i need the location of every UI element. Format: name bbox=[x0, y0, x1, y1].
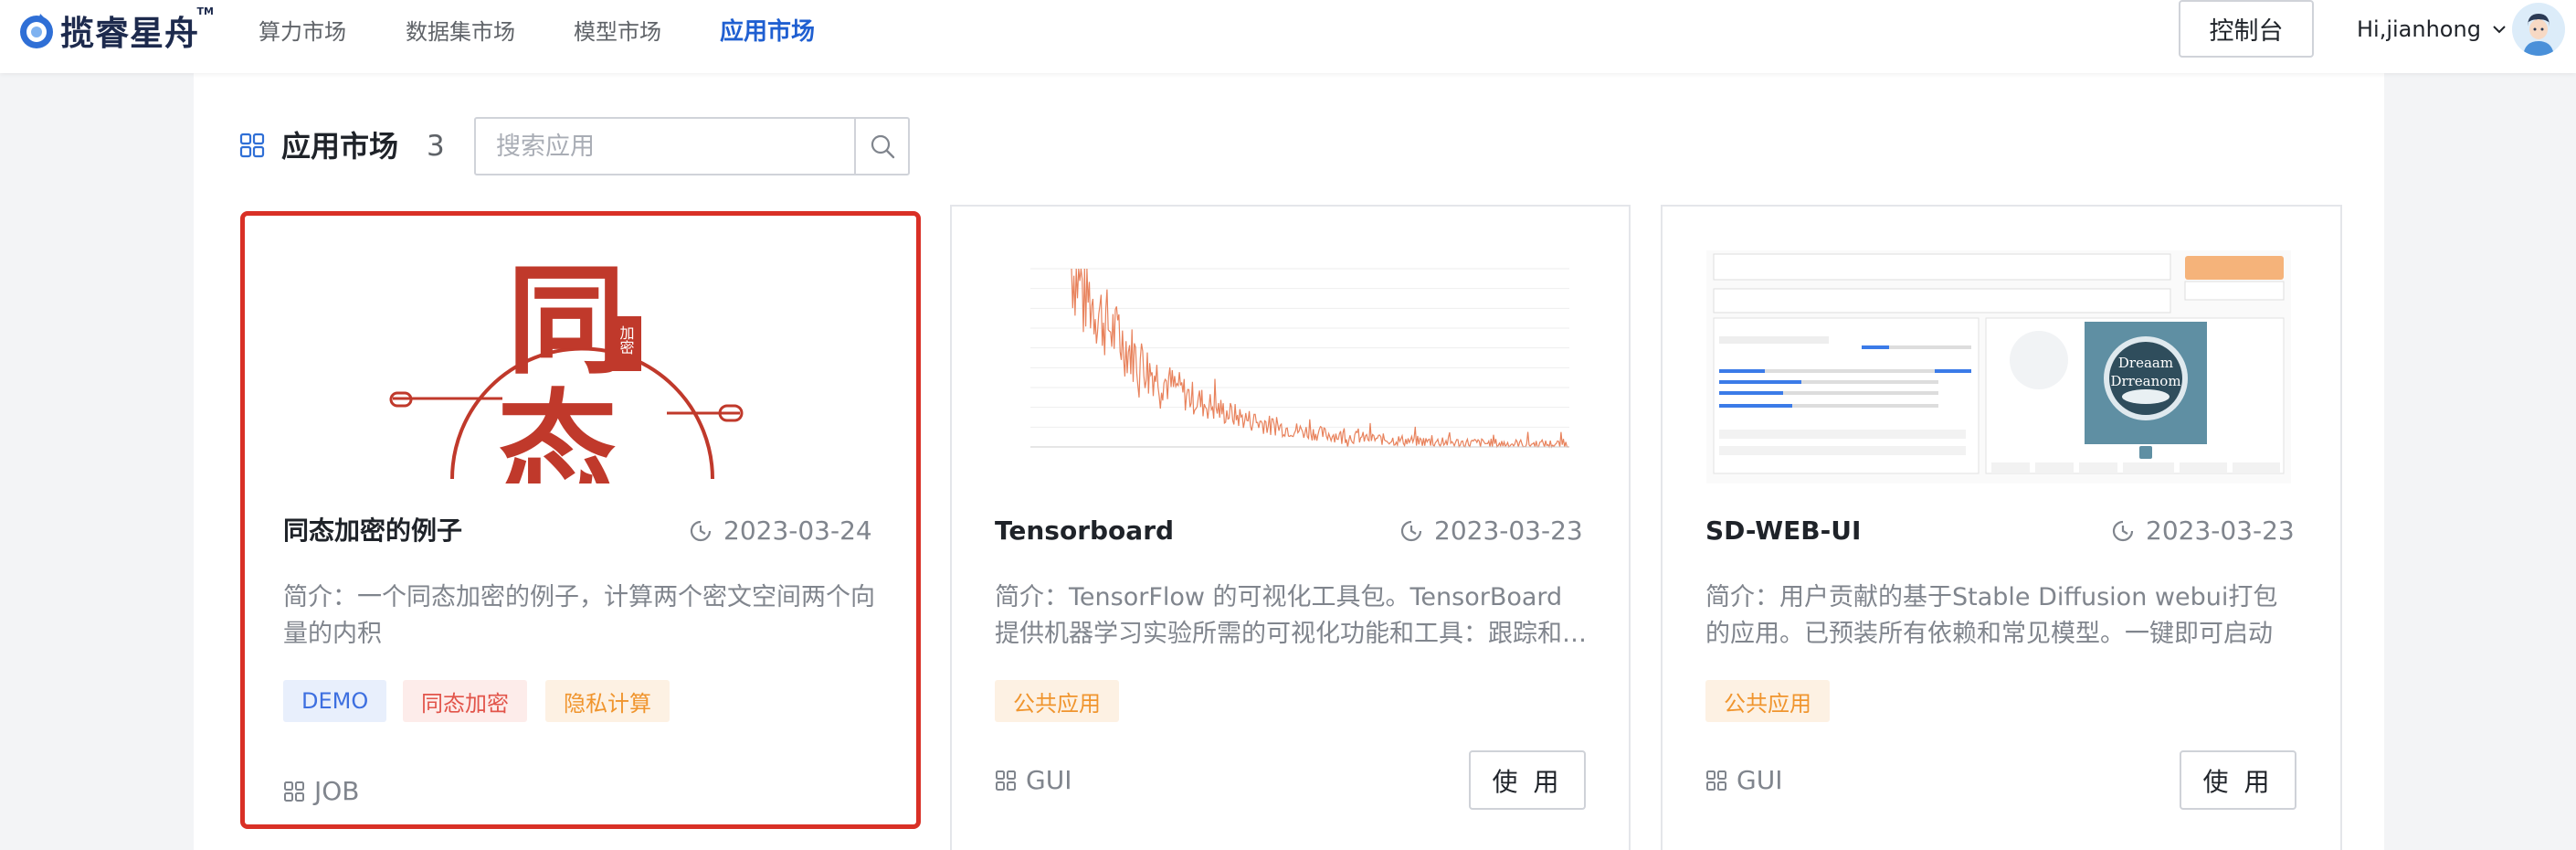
tag-homomorphic-encryption: 同态加密 bbox=[403, 680, 527, 722]
app-thumbnail: 同 态 加密 bbox=[283, 250, 868, 483]
brand-logo-icon bbox=[16, 10, 57, 50]
search-box bbox=[474, 117, 910, 175]
nav-app-market[interactable]: 应用市场 bbox=[720, 0, 815, 58]
chevron-down-icon bbox=[2493, 26, 2506, 34]
user-greeting: Hi,jianhong bbox=[2357, 16, 2481, 42]
clock-icon bbox=[1400, 520, 1422, 542]
search-button[interactable] bbox=[854, 119, 908, 174]
use-button[interactable]: 使 用 bbox=[1469, 750, 1586, 810]
clock-icon bbox=[690, 520, 712, 542]
app-type: GUI bbox=[1705, 764, 1782, 797]
card-description: 简介：TensorFlow 的可视化工具包。TensorBoard 提供机器学习… bbox=[995, 583, 1587, 648]
app-type: GUI bbox=[995, 764, 1072, 797]
app-type: JOB bbox=[283, 775, 360, 808]
card-date-text: 2023-03-23 bbox=[1434, 515, 1583, 546]
app-type-label: GUI bbox=[1737, 765, 1783, 795]
card-date: 2023-03-24 bbox=[689, 515, 872, 547]
search-icon bbox=[871, 134, 894, 159]
thumbnail-seal: 加密 bbox=[618, 325, 635, 355]
card-title[interactable]: 同态加密的例子 bbox=[283, 515, 462, 547]
brand-logo[interactable]: 揽睿星舟 TM bbox=[16, 5, 214, 53]
tag-public-app: 公共应用 bbox=[995, 680, 1119, 722]
app-type-icon bbox=[1706, 770, 1726, 791]
use-button[interactable]: 使 用 bbox=[2180, 750, 2296, 810]
card-date-text: 2023-03-24 bbox=[723, 515, 872, 546]
app-type-icon bbox=[996, 770, 1016, 791]
app-type-label: GUI bbox=[1026, 765, 1072, 795]
clock-icon bbox=[2112, 520, 2134, 542]
user-menu[interactable]: Hi,jianhong bbox=[2357, 0, 2508, 58]
card-date: 2023-03-23 bbox=[1399, 515, 1583, 547]
thumbnail-caption-2: Drreanom bbox=[2110, 373, 2180, 389]
card-description: 简介：一个同态加密的例子，计算两个密文空间两个向量的内积 bbox=[283, 583, 875, 648]
brand-name: 揽睿星舟 bbox=[60, 14, 199, 53]
page-title: 应用市场 bbox=[281, 129, 399, 164]
nav-dataset-market[interactable]: 数据集市场 bbox=[406, 0, 515, 58]
console-button[interactable]: 控制台 bbox=[2179, 0, 2314, 58]
app-count: 3 bbox=[427, 130, 445, 163]
search-input[interactable] bbox=[476, 119, 854, 174]
top-navigation-bar: 揽睿星舟 TM 算力市场 数据集市场 模型市场 应用市场 控制台 Hi,jian… bbox=[0, 0, 2576, 73]
thumbnail-caption-1: Dreaam bbox=[2118, 355, 2173, 371]
card-description: 简介：用户贡献的基于Stable Diffusion webui打包的应用。已预… bbox=[1705, 583, 2278, 648]
brand-trademark: TM bbox=[196, 5, 214, 17]
app-type-icon bbox=[284, 781, 304, 802]
thumbnail-glyph-1: 同 bbox=[507, 250, 626, 390]
avatar[interactable] bbox=[2512, 3, 2565, 56]
tag-demo: DEMO bbox=[283, 680, 387, 722]
card-date-text: 2023-03-23 bbox=[2146, 515, 2295, 546]
thumbnail-glyph-2: 态 bbox=[498, 377, 617, 483]
app-thumbnail bbox=[994, 250, 1578, 483]
nav-model-market[interactable]: 模型市场 bbox=[574, 0, 661, 58]
card-date: 2023-03-23 bbox=[2111, 515, 2295, 547]
tag-public-app: 公共应用 bbox=[1705, 680, 1830, 722]
nav-compute-market[interactable]: 算力市场 bbox=[259, 0, 346, 58]
app-grid-icon bbox=[239, 133, 265, 158]
card-title[interactable]: Tensorboard bbox=[995, 515, 1174, 547]
tag-privacy-computing: 隐私计算 bbox=[545, 680, 670, 722]
app-type-label: JOB bbox=[314, 776, 360, 806]
card-title[interactable]: SD-WEB-UI bbox=[1705, 515, 1861, 547]
app-thumbnail: Dreaam Drreanom bbox=[1706, 250, 2291, 483]
